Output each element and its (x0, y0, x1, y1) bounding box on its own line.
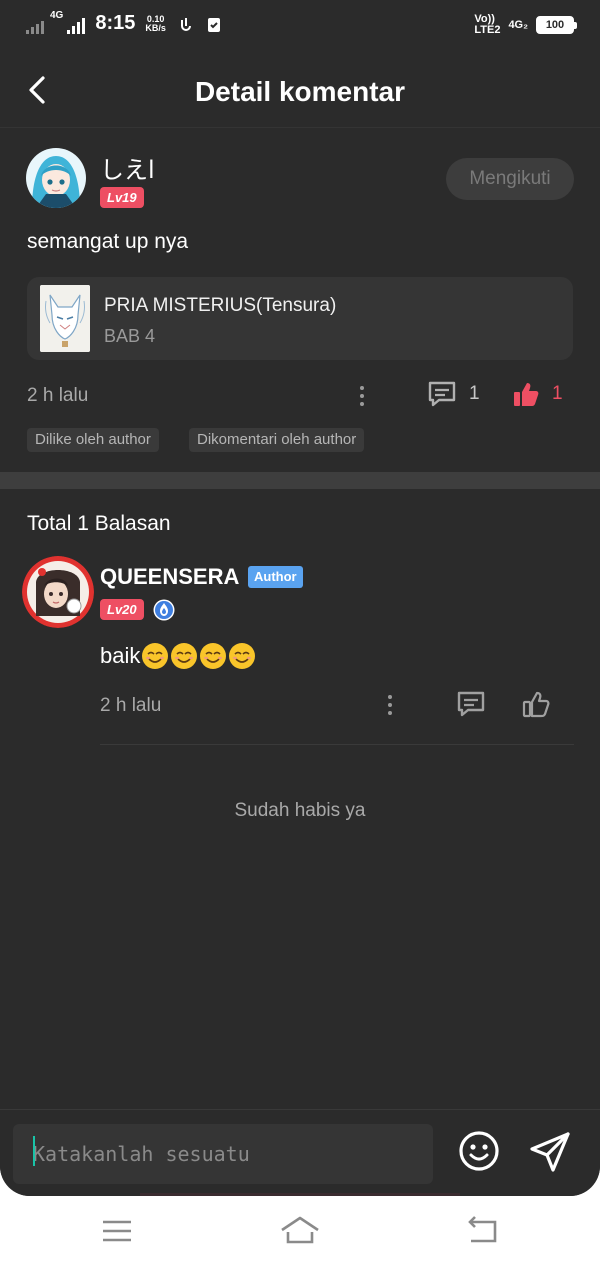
signal-strength-icon (67, 14, 86, 34)
smiling-face-emoji-icon (200, 643, 227, 669)
reply-text: baik (100, 642, 256, 670)
battery-icon: 100 (536, 16, 577, 34)
follow-button[interactable]: Mengikuti (446, 158, 574, 200)
menu-icon[interactable] (97, 1214, 137, 1248)
reply-separator (100, 744, 574, 745)
author-badge-label: Author (254, 569, 297, 584)
home-icon[interactable] (280, 1214, 320, 1248)
emoji-picker-icon[interactable] (458, 1130, 500, 1172)
more-dot-icon (388, 695, 392, 699)
status-bar: 4G 4G 8:15 0.10 KB/s Vo)) LTE2 (0, 0, 600, 52)
reply-text-content: baik (100, 643, 141, 668)
system-navigation-bar (0, 1196, 600, 1267)
book-chapter: BAB 4 (104, 326, 156, 346)
commenter-username[interactable]: しえl (100, 150, 155, 185)
replies-total-label: Total 1 Balasan (27, 512, 171, 535)
tag-liked-by-author: Dilike oleh author (27, 428, 159, 452)
comment-icon (428, 381, 456, 407)
comment-input[interactable] (13, 1124, 433, 1184)
more-options-button[interactable] (350, 382, 374, 410)
top-app-bar: Detail komentar (0, 52, 600, 128)
lte-label: LTE2 (474, 24, 501, 36)
reply-more-options-button[interactable] (378, 691, 402, 719)
clipboard-check-icon (207, 17, 220, 32)
reply-to-reply-button[interactable] (456, 690, 486, 718)
usb-icon (180, 17, 191, 31)
volte-indicator: Vo)) LTE2 (474, 14, 500, 36)
battery-level: 100 (545, 19, 565, 31)
reply-author-avatar[interactable] (22, 556, 94, 628)
end-of-list-note: Sudah habis ya (234, 800, 366, 821)
network-type-label: 4G (50, 9, 64, 21)
section-divider (0, 472, 600, 489)
reply-level-badge: Lv20 (100, 599, 144, 620)
reply-button[interactable]: 1 (427, 380, 480, 408)
commenter-avatar[interactable] (26, 148, 86, 208)
clock-time: 8:15 (95, 12, 136, 34)
comment-input-bar (0, 1109, 600, 1196)
smiling-face-emoji-icon (171, 643, 198, 669)
comment-time: 2 h lalu (27, 385, 89, 406)
book-card[interactable]: PRIA MISTERIUS(Tensura) BAB 4 (27, 277, 573, 360)
network-type-right: 4G₂ (508, 18, 528, 31)
reply-like-button[interactable] (522, 690, 550, 718)
reply-count: 1 (469, 383, 480, 404)
like-count: 1 (552, 383, 563, 404)
smiling-face-emoji-icon (229, 643, 256, 669)
book-cover (40, 285, 90, 352)
reply-time: 2 h lalu (100, 695, 162, 716)
thumbs-up-icon (514, 383, 539, 406)
page-title: Detail komentar (194, 76, 406, 107)
thumbs-up-outline-icon (522, 691, 550, 718)
comment-icon (457, 691, 485, 717)
more-dot-icon (360, 386, 364, 390)
comment-text: semangat up nya (27, 230, 189, 253)
signal-strength-icon (26, 14, 44, 34)
author-badge: Author (248, 566, 303, 588)
like-button[interactable]: 1 (512, 380, 563, 408)
app-screen: 4G 4G 8:15 0.10 KB/s Vo)) LTE2 (0, 0, 600, 1196)
network-speed: 0.10 KB/s (145, 14, 166, 33)
back-nav-icon[interactable] (463, 1214, 503, 1248)
verified-shield-icon (153, 599, 175, 621)
smiling-face-emoji-icon (142, 643, 169, 669)
level-badge: Lv19 (100, 187, 144, 208)
reply-author-username[interactable]: QUEENSERA (100, 564, 239, 590)
network-speed-unit: KB/s (145, 22, 166, 33)
send-icon[interactable] (528, 1130, 572, 1174)
text-caret (33, 1136, 35, 1166)
tag-commented-by-author: Dikomentari oleh author (189, 428, 365, 452)
book-title: PRIA MISTERIUS(Tensura) (104, 295, 337, 316)
